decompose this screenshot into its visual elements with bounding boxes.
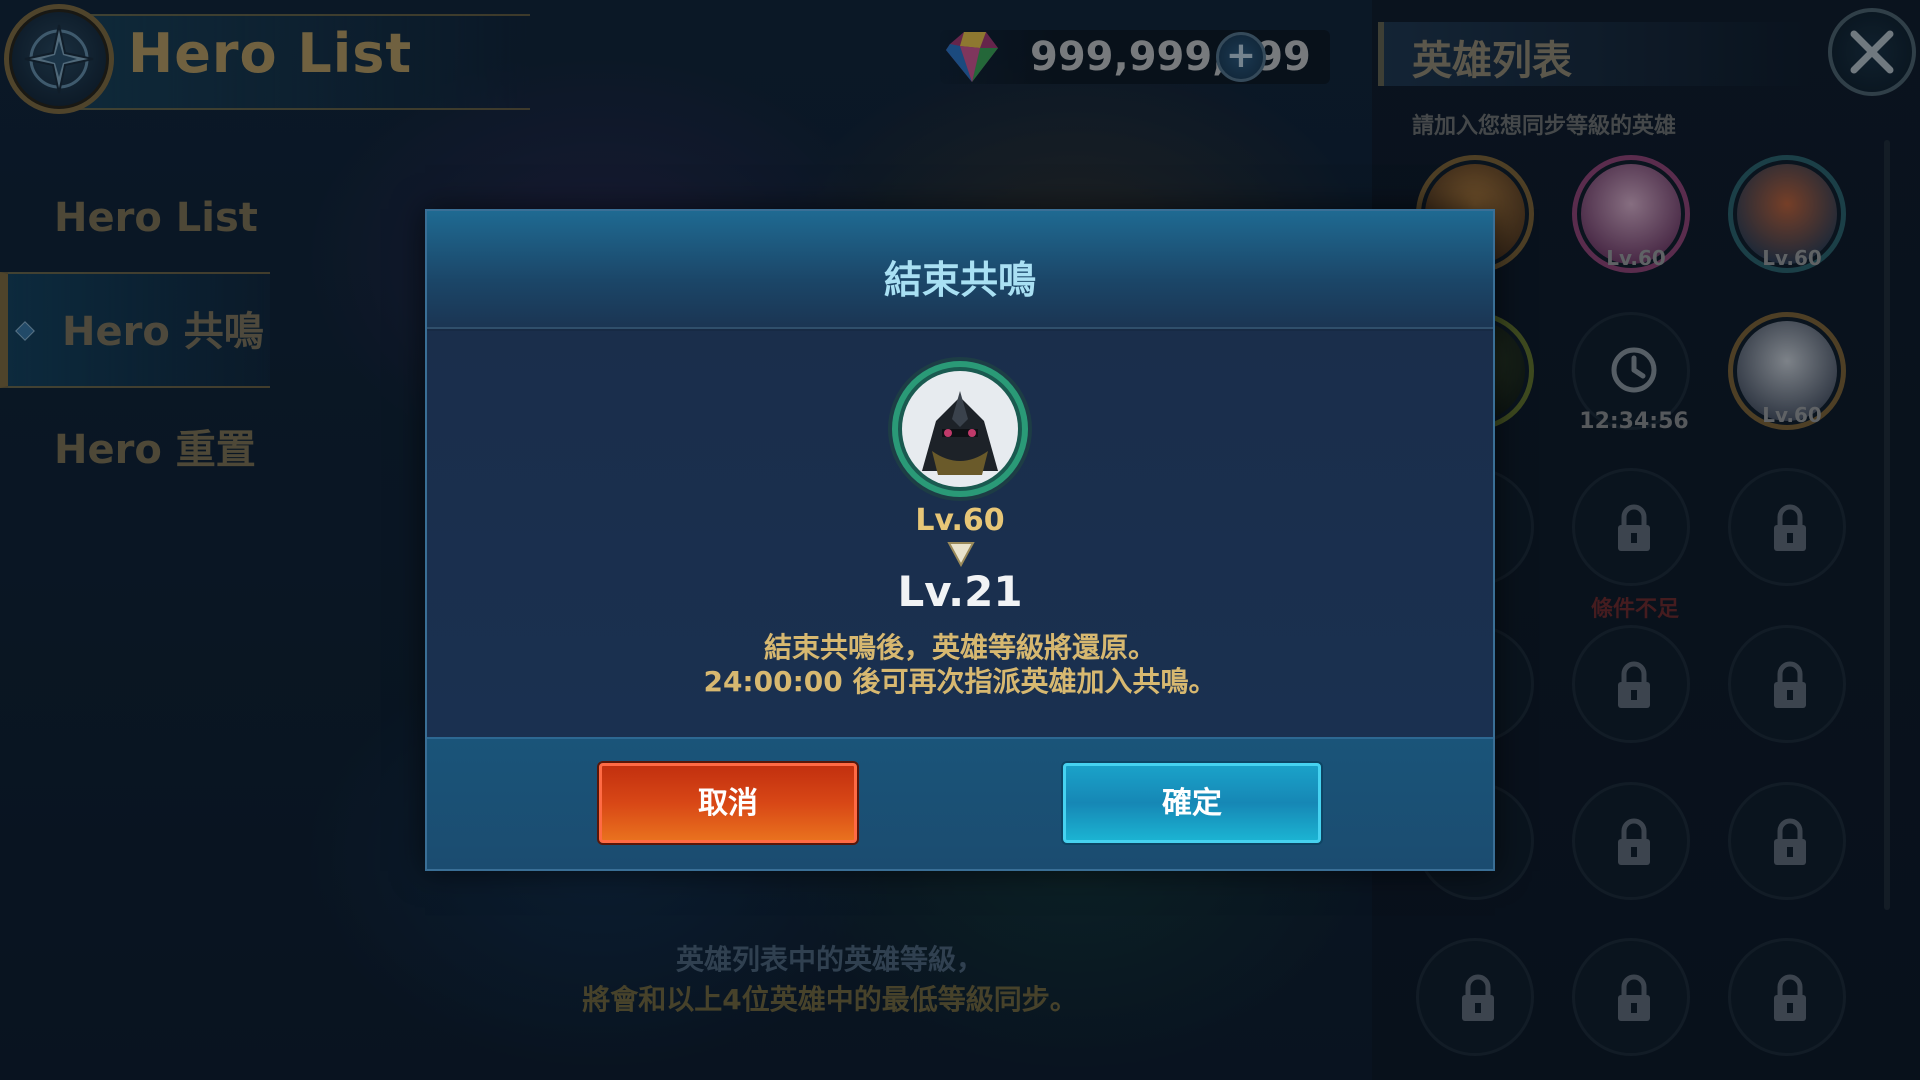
hero-portrait <box>892 361 1028 497</box>
end-resonance-dialog: 結束共鳴 Lv.60 Lv.21 結束共鳴後，英雄等級將還原。 24:00:00… <box>425 209 1495 871</box>
confirm-button[interactable]: 確定 <box>1063 763 1321 843</box>
dialog-description-line1: 結束共鳴後，英雄等級將還原。 <box>763 631 1156 664</box>
dialog-footer: 取消 確定 <box>427 737 1493 869</box>
dialog-title: 結束共鳴 <box>883 258 1036 302</box>
dialog-header: 結束共鳴 <box>427 211 1493 329</box>
arrow-down-icon <box>947 542 975 567</box>
level-after: Lv.21 <box>897 567 1023 616</box>
level-before: Lv.60 <box>915 503 1005 538</box>
cancel-button[interactable]: 取消 <box>599 763 857 843</box>
dialog-body: Lv.60 Lv.21 結束共鳴後，英雄等級將還原。 24:00:00 後可再次… <box>427 331 1493 741</box>
dialog-description: 結束共鳴後，英雄等級將還原。 24:00:00 後可再次指派英雄加入共鳴。 <box>427 631 1493 699</box>
dialog-description-line2: 24:00:00 後可再次指派英雄加入共鳴。 <box>703 665 1217 698</box>
hero-portrait-icon <box>902 371 1018 487</box>
